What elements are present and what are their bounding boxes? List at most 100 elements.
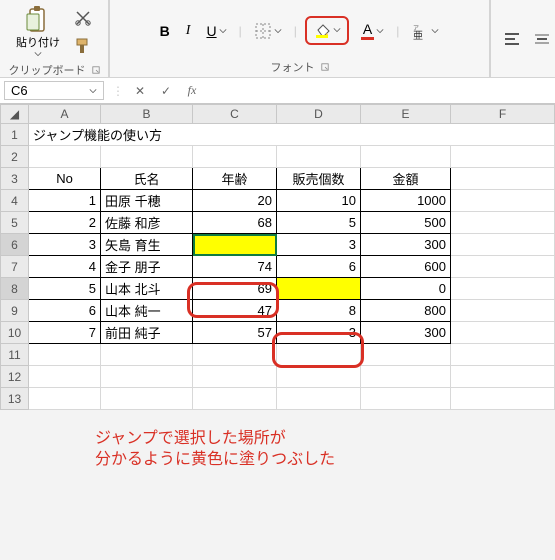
cell[interactable] — [451, 234, 555, 256]
cell-age[interactable]: 20 — [193, 190, 277, 212]
cell-no[interactable]: 1 — [29, 190, 101, 212]
cell-name[interactable]: 前田 純子 — [101, 322, 193, 344]
cell-amount[interactable]: 600 — [361, 256, 451, 278]
cell[interactable] — [451, 388, 555, 410]
cell[interactable] — [277, 146, 361, 168]
cell-qty[interactable]: 5 — [277, 212, 361, 234]
cell[interactable] — [451, 190, 555, 212]
row-header[interactable]: 9 — [1, 300, 29, 322]
fx-button[interactable]: fx — [182, 83, 202, 98]
cell[interactable] — [101, 146, 193, 168]
cell-qty[interactable]: 10 — [277, 190, 361, 212]
cell-name[interactable]: 山本 北斗 — [101, 278, 193, 300]
dialog-launcher-icon[interactable] — [92, 66, 100, 74]
spreadsheet-grid[interactable]: ◢ A B C D E F 1 ジャンプ機能の使い方 2 3 No 氏名 年齢 … — [0, 104, 555, 410]
cell-age[interactable]: 69 — [193, 278, 277, 300]
col-header[interactable]: F — [451, 105, 555, 124]
phonetic-button[interactable]: ア 亜 — [407, 20, 443, 42]
hdr-no[interactable]: No — [29, 168, 101, 190]
col-header[interactable]: B — [101, 105, 193, 124]
cell-name[interactable]: 田原 千穂 — [101, 190, 193, 212]
font-color-button[interactable]: A — [357, 19, 388, 42]
paste-button[interactable]: 貼り付け — [12, 4, 64, 60]
name-box[interactable]: C6 — [4, 81, 104, 100]
cell[interactable] — [29, 366, 101, 388]
cell-amount[interactable]: 300 — [361, 234, 451, 256]
col-header[interactable]: E — [361, 105, 451, 124]
format-painter-button[interactable] — [70, 35, 96, 57]
row-header[interactable]: 6 — [1, 234, 29, 256]
cell[interactable] — [101, 388, 193, 410]
row-header[interactable]: 11 — [1, 344, 29, 366]
cell[interactable] — [361, 344, 451, 366]
cell[interactable] — [451, 300, 555, 322]
cell[interactable] — [451, 212, 555, 234]
cell-name[interactable]: 佐藤 和彦 — [101, 212, 193, 234]
cell-no[interactable]: 2 — [29, 212, 101, 234]
bold-button[interactable]: B — [156, 21, 174, 41]
hdr-age[interactable]: 年齢 — [193, 168, 277, 190]
cell-amount[interactable]: 500 — [361, 212, 451, 234]
cell-name[interactable]: 山本 純一 — [101, 300, 193, 322]
cell-amount[interactable]: 0 — [361, 278, 451, 300]
select-all-corner[interactable]: ◢ — [1, 105, 29, 124]
cell[interactable] — [451, 366, 555, 388]
cell-no[interactable]: 3 — [29, 234, 101, 256]
cell[interactable] — [277, 344, 361, 366]
cut-button[interactable] — [70, 7, 96, 29]
row-header[interactable]: 7 — [1, 256, 29, 278]
cell-qty[interactable] — [277, 278, 361, 300]
row-header[interactable]: 12 — [1, 366, 29, 388]
align-top-button[interactable] — [499, 28, 525, 50]
cancel-edit-button[interactable]: ✕ — [130, 84, 150, 98]
row-header[interactable]: 1 — [1, 124, 29, 146]
cell[interactable] — [361, 366, 451, 388]
cell-age[interactable]: 47 — [193, 300, 277, 322]
col-header[interactable]: A — [29, 105, 101, 124]
fill-color-button[interactable] — [309, 19, 345, 41]
cell-age[interactable]: 74 — [193, 256, 277, 278]
cell-name[interactable]: 金子 朋子 — [101, 256, 193, 278]
borders-button[interactable] — [250, 20, 286, 42]
cell[interactable] — [193, 344, 277, 366]
cell-qty[interactable]: 6 — [277, 256, 361, 278]
cell[interactable] — [277, 366, 361, 388]
col-header[interactable]: C — [193, 105, 277, 124]
cell-age[interactable]: 68 — [193, 212, 277, 234]
cell-age[interactable] — [193, 234, 277, 256]
cell[interactable] — [193, 388, 277, 410]
align-middle-button[interactable] — [529, 28, 555, 50]
cell-age[interactable]: 57 — [193, 322, 277, 344]
cell[interactable] — [361, 388, 451, 410]
cell-amount[interactable]: 300 — [361, 322, 451, 344]
cell-amount[interactable]: 800 — [361, 300, 451, 322]
cell-no[interactable]: 6 — [29, 300, 101, 322]
formula-input[interactable] — [206, 80, 555, 102]
hdr-qty[interactable]: 販売個数 — [277, 168, 361, 190]
cell[interactable]: ジャンプ機能の使い方 — [29, 124, 555, 146]
cell-qty[interactable]: 3 — [277, 322, 361, 344]
cell[interactable] — [451, 256, 555, 278]
row-header[interactable]: 2 — [1, 146, 29, 168]
cell-no[interactable]: 5 — [29, 278, 101, 300]
italic-button[interactable]: I — [182, 21, 195, 41]
cell-no[interactable]: 4 — [29, 256, 101, 278]
row-header[interactable]: 3 — [1, 168, 29, 190]
cell-qty[interactable]: 3 — [277, 234, 361, 256]
cell[interactable] — [361, 146, 451, 168]
cell-no[interactable]: 7 — [29, 322, 101, 344]
cell[interactable] — [193, 146, 277, 168]
row-header[interactable]: 13 — [1, 388, 29, 410]
cell[interactable] — [29, 388, 101, 410]
cell[interactable] — [29, 344, 101, 366]
cell-name[interactable]: 矢島 育生 — [101, 234, 193, 256]
dialog-launcher-icon[interactable] — [321, 63, 329, 71]
cell-qty[interactable]: 8 — [277, 300, 361, 322]
confirm-edit-button[interactable]: ✓ — [156, 84, 176, 98]
cell[interactable] — [101, 344, 193, 366]
cell[interactable] — [101, 366, 193, 388]
cell[interactable] — [451, 322, 555, 344]
row-header[interactable]: 8 — [1, 278, 29, 300]
row-header[interactable]: 4 — [1, 190, 29, 212]
col-header[interactable]: D — [277, 105, 361, 124]
